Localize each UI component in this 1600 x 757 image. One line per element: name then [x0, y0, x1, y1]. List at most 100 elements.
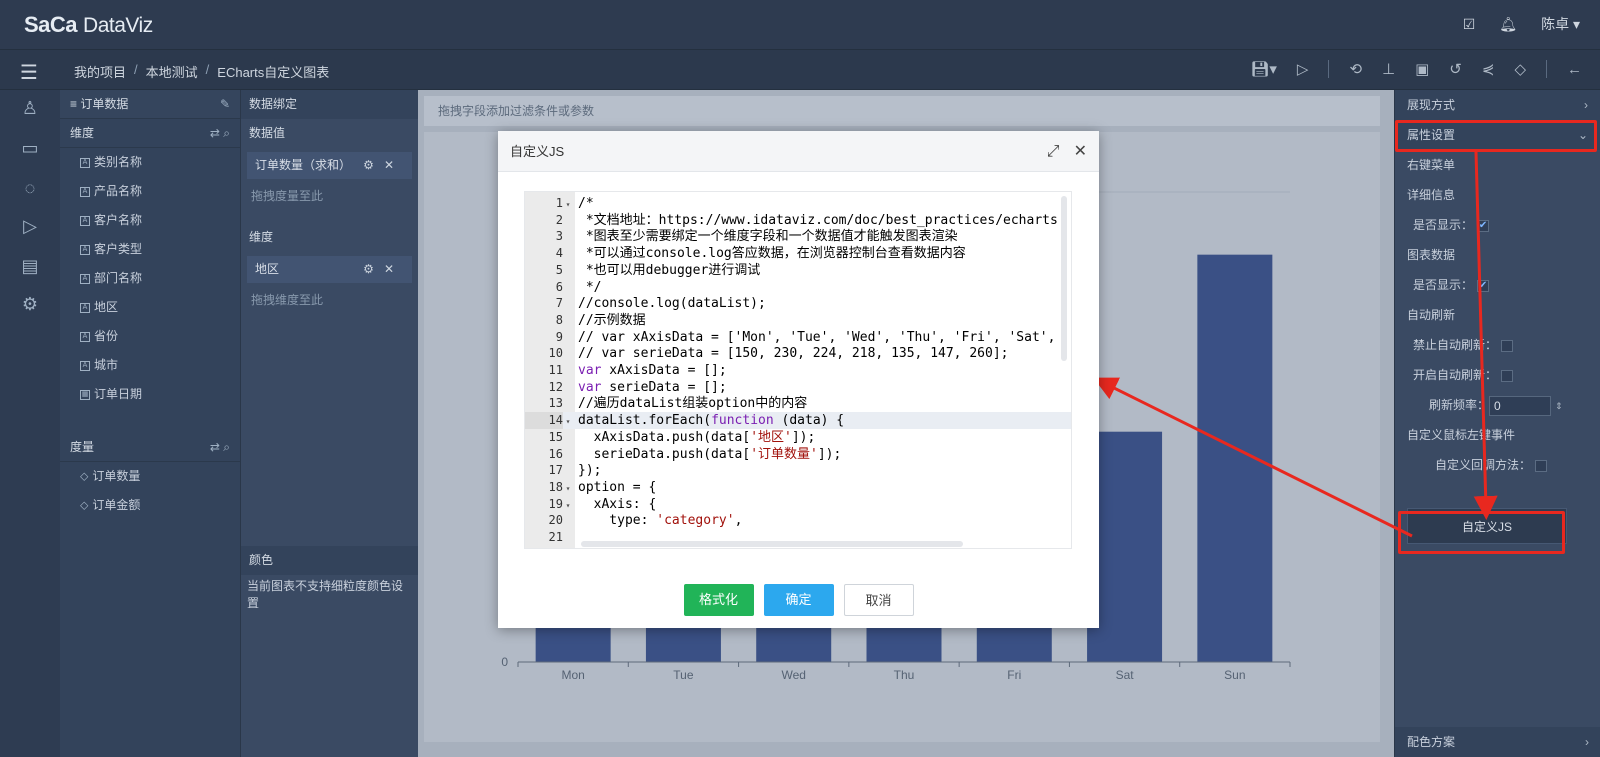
disable-refresh-row: 禁止自动刷新： [1395, 330, 1600, 360]
refresh-rate-input[interactable]: 0 [1489, 395, 1552, 416]
refresh-icon[interactable]: ◌ [18, 178, 42, 202]
dims-label: 维度 [241, 223, 418, 252]
line-number: 10 [548, 346, 563, 361]
fold-icon[interactable]: ▾ [563, 480, 573, 497]
close-icon[interactable]: ✕ [384, 262, 404, 276]
x-tick-label: Sun [1224, 668, 1245, 682]
measure-field[interactable]: ⬦ 订单金额 [60, 491, 240, 520]
code-line: 4 *可以通过console.log答应数据，在浏览器控制台查看数据内容 [525, 245, 1071, 262]
text-field-icon: A [80, 244, 90, 255]
dim-drop-hint[interactable]: 拖拽维度至此 [241, 287, 418, 313]
app-logo[interactable]: SaCa DataViz [24, 12, 153, 38]
dimension-field[interactable]: A 客户类型 [60, 235, 240, 264]
dim-binding-item[interactable]: 地区 ⚙✕ [247, 256, 412, 283]
line-number: 21 [548, 530, 563, 544]
code-text: }); [578, 463, 602, 479]
tag-icon[interactable]: ◇ [1514, 60, 1526, 78]
user-menu[interactable]: 陈卓 ▾ [1541, 14, 1580, 34]
code-text: serieData.push(data['订单数量']); [578, 446, 842, 462]
context-menu-label: 右键菜单 [1407, 158, 1456, 172]
dimension-field-label: 城市 [94, 358, 119, 372]
play-icon[interactable]: ▷ [1297, 60, 1309, 78]
display-mode-section[interactable]: 展现方式 › [1395, 90, 1600, 120]
breadcrumb-item-local-test[interactable]: 本地测试 [146, 62, 198, 81]
format-button[interactable]: 格式化 [683, 584, 754, 616]
code-text: xAxis: { [578, 496, 657, 512]
stepper-icon[interactable]: ⇕ [1555, 401, 1563, 411]
text-field-icon: A [80, 360, 90, 371]
dimension-field[interactable]: ▦ 订单日期 [60, 380, 240, 409]
back-icon[interactable]: ← [1567, 61, 1582, 78]
swap-search-icons[interactable]: ⇄ ⌕ [210, 119, 230, 148]
chart-data-show-checkbox[interactable]: ✔ [1477, 279, 1490, 292]
undo-icon[interactable]: ↺ [1449, 60, 1462, 78]
settings-icon[interactable]: ⚙ [18, 294, 42, 318]
save-icon[interactable]: 💾︎▾ [1250, 60, 1277, 78]
ruler-icon: ⬦ [80, 469, 89, 483]
disable-refresh-radio[interactable] [1501, 339, 1514, 352]
code-text: //console.log(dataList); [578, 296, 766, 312]
dimension-field[interactable]: A 省份 [60, 322, 240, 351]
dimension-field-label: 省份 [94, 329, 119, 343]
code-line: 1 ▾ /* [525, 195, 1071, 212]
cancel-button[interactable]: 取消 [843, 584, 914, 616]
dimension-field[interactable]: A 客户名称 [60, 206, 240, 235]
dimension-field[interactable]: A 城市 [60, 351, 240, 380]
stamp-icon[interactable]: ⊥ [1382, 60, 1395, 78]
user-icon[interactable]: ♙ [18, 98, 42, 122]
edit-icon[interactable]: ☑ [1463, 16, 1476, 33]
ok-button[interactable]: 确定 [763, 584, 834, 616]
color-scheme-section[interactable]: 配色方案 › [1395, 727, 1600, 757]
menu-icon[interactable]: ☰ [20, 60, 38, 85]
swap-search-icons-measures[interactable]: ⇄ ⌕ [210, 433, 230, 462]
settings-icon[interactable]: ⚙ [363, 158, 384, 172]
fold-icon[interactable]: ▾ [563, 413, 573, 430]
vertical-scrollbar[interactable] [1061, 196, 1067, 361]
fold-icon[interactable]: ▾ [563, 497, 573, 514]
code-text: // var xAxisData = ['Mon', 'Tue', 'Wed',… [578, 329, 1056, 345]
history-icon[interactable]: ⟲ [1349, 60, 1362, 78]
measure-field[interactable]: ⬦ 订单数量 [60, 462, 240, 491]
code-line: 18 ▾ option = { [525, 479, 1071, 496]
dimensions-header: 维度 ⇄ ⌕ [60, 119, 240, 148]
share-icon[interactable]: ⋞ [1482, 60, 1495, 78]
chart-icon[interactable]: ▤ [18, 256, 42, 280]
chart-data-label: 图表数据 [1407, 248, 1456, 262]
close-icon[interactable]: ✕ [384, 158, 404, 172]
top-bar: SaCa DataViz ☑ 🔔︎ 陈卓 ▾ [0, 0, 1600, 50]
bar-sun[interactable] [1197, 254, 1273, 662]
binding-panel: 数据绑定 数据值 订单数量（求和） ⚙✕ 拖拽度量至此 维度 地区 ⚙✕ 拖拽维度至… [240, 90, 419, 757]
custom-callback-checkbox[interactable] [1535, 459, 1548, 472]
dimension-field[interactable]: A 地区 [60, 293, 240, 322]
code-editor[interactable]: 1 ▾/* 2 *文档地址：https://www.idataviz.com/doc… [524, 191, 1072, 549]
horizontal-scrollbar[interactable] [581, 541, 963, 547]
edit-dataset-icon[interactable]: ✎ [220, 90, 230, 119]
monitor-icon[interactable]: ▭ [18, 138, 42, 162]
close-icon[interactable]: ✕ [1074, 131, 1087, 172]
toolbar: ☰ 我的项目 / 本地测试 / ECharts自定义图表 💾︎▾ ▷ ⟲ ⊥ ▣… [0, 50, 1600, 90]
play-circle-icon[interactable]: ▷ [18, 216, 42, 240]
text-field-icon: A [80, 331, 90, 342]
code-text: type: 'category', [578, 513, 743, 529]
dimension-field[interactable]: A 类别名称 [60, 148, 240, 177]
dimension-field-label: 订单日期 [94, 387, 143, 401]
bell-icon[interactable]: 🔔︎ [1499, 16, 1517, 33]
fold-icon[interactable]: ▾ [563, 196, 573, 213]
filter-drop-zone[interactable]: 拖拽字段添加过滤条件或参数 [424, 96, 1380, 126]
x-tick-label: Tue [673, 668, 694, 682]
dimension-field[interactable]: A 部门名称 [60, 264, 240, 293]
image-icon[interactable]: ▣ [1415, 60, 1429, 78]
enable-refresh-row: 开启自动刷新： [1395, 360, 1600, 390]
code-text: // var serieData = [150, 230, 224, 218, … [578, 346, 1009, 362]
breadcrumb-item-project[interactable]: 我的项目 [74, 62, 126, 81]
value-drop-hint[interactable]: 拖拽度量至此 [241, 183, 418, 209]
value-binding-item[interactable]: 订单数量（求和） ⚙✕ [247, 152, 412, 179]
detail-show-checkbox[interactable]: ✔ [1477, 219, 1490, 232]
code-text: var xAxisData = []; [578, 363, 727, 378]
code-line: 15 xAxisData.push(data['地区']); [525, 429, 1071, 446]
settings-icon[interactable]: ⚙ [363, 262, 384, 276]
dimension-field[interactable]: A 产品名称 [60, 177, 240, 206]
enable-refresh-radio[interactable] [1501, 369, 1514, 382]
maximize-icon[interactable]: ⤢ [1047, 131, 1060, 172]
text-field-icon: A [80, 157, 90, 168]
